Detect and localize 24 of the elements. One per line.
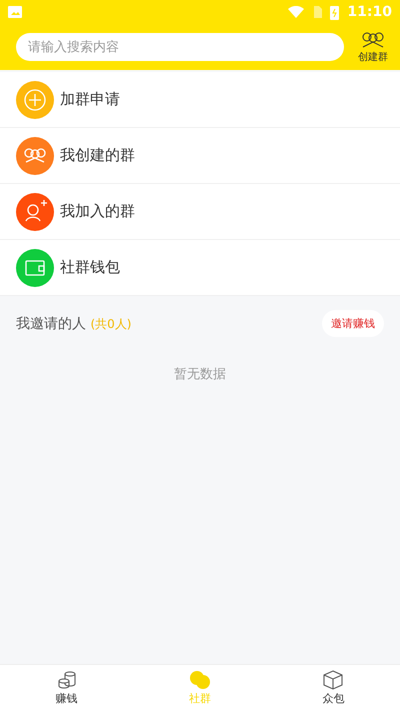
nav-tab[interactable]: 赚钱 <box>0 665 134 711</box>
wifi-icon <box>288 6 304 18</box>
menu-item[interactable]: 我创建的群 <box>0 128 400 184</box>
menu-label: 我加入的群 <box>60 202 135 221</box>
box-icon <box>322 670 344 690</box>
no-sim-icon <box>312 6 322 18</box>
chat-bubbles-icon <box>188 670 212 690</box>
menu-item[interactable]: 我加入的群 <box>0 184 400 240</box>
coins-icon <box>56 670 78 690</box>
group-icon <box>360 30 386 48</box>
image-icon <box>8 6 22 18</box>
menu-label: 我创建的群 <box>60 146 135 165</box>
section-title: 我邀请的人 (共0人) <box>16 314 132 332</box>
menu-label: 社群钱包 <box>60 258 120 277</box>
empty-message: 暂无数据 <box>174 367 226 382</box>
create-group-button[interactable]: 创建群 <box>358 30 388 64</box>
menu-item[interactable]: 加群申请 <box>0 72 400 128</box>
search-field[interactable]: 请输入搜索内容 <box>16 33 344 61</box>
menu-item[interactable]: 社群钱包 <box>0 240 400 296</box>
status-time: 11:10 <box>347 4 392 20</box>
menu-label: 加群申请 <box>60 90 120 109</box>
battery-icon <box>330 4 340 20</box>
nav-tab[interactable]: 众包 <box>266 665 400 711</box>
invite-button[interactable]: 邀请赚钱 <box>322 310 384 337</box>
